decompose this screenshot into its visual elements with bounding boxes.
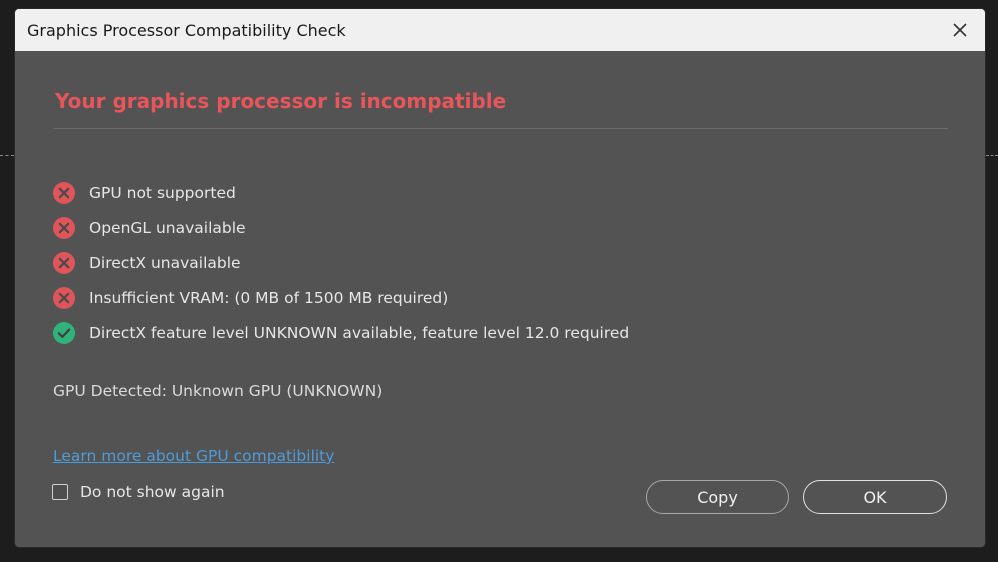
check-item-feature-level: DirectX feature level UNKNOWN available,… xyxy=(52,315,629,350)
window-title: Graphics Processor Compatibility Check xyxy=(27,20,346,40)
error-x-icon xyxy=(53,181,75,204)
gpu-detected-text: GPU Detected: Unknown GPU (UNKNOWN) xyxy=(53,382,383,400)
copy-button[interactable]: Copy xyxy=(646,480,789,514)
error-heading: Your graphics processor is incompatible xyxy=(55,89,507,113)
error-x-icon xyxy=(53,286,75,309)
do-not-show-again-label: Do not show again xyxy=(80,483,225,501)
check-text: GPU not supported xyxy=(89,183,236,202)
title-bar: Graphics Processor Compatibility Check xyxy=(15,9,985,51)
check-list: GPU not supported OpenGL unavailable Dir… xyxy=(52,175,629,350)
ok-button[interactable]: OK xyxy=(803,480,947,514)
error-x-icon xyxy=(53,216,75,239)
check-item-directx: DirectX unavailable xyxy=(52,245,629,280)
learn-more-link[interactable]: Learn more about GPU compatibility xyxy=(53,447,334,465)
error-x-icon xyxy=(53,251,75,274)
check-text: OpenGL unavailable xyxy=(89,218,246,237)
background-divider-left xyxy=(0,155,14,156)
check-text: DirectX unavailable xyxy=(89,253,241,272)
do-not-show-again-checkbox[interactable] xyxy=(52,484,68,500)
close-icon xyxy=(953,23,967,37)
heading-divider xyxy=(53,128,948,129)
check-item-vram: Insufficient VRAM: (0 MB of 1500 MB requ… xyxy=(52,280,629,315)
background-divider-right xyxy=(986,155,998,156)
close-button[interactable] xyxy=(947,17,973,43)
check-text: DirectX feature level UNKNOWN available,… xyxy=(89,323,630,342)
check-item-opengl: OpenGL unavailable xyxy=(52,210,629,245)
check-text: Insufficient VRAM: (0 MB of 1500 MB requ… xyxy=(89,288,449,307)
check-item-gpu: GPU not supported xyxy=(52,175,629,210)
do-not-show-again-toggle[interactable]: Do not show again xyxy=(52,483,225,501)
compatibility-dialog: Graphics Processor Compatibility Check Y… xyxy=(15,9,985,547)
check-circle-icon xyxy=(53,321,75,344)
